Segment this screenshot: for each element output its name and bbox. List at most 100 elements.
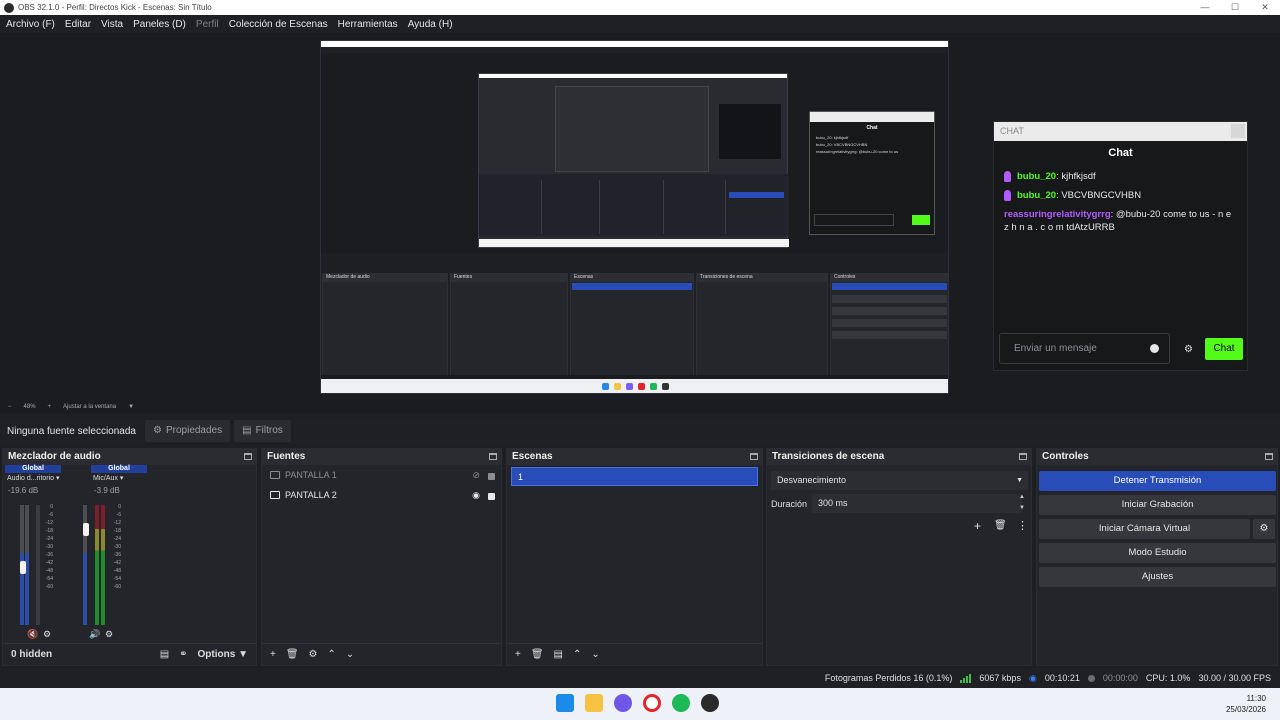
emoji-icon[interactable] [1150, 344, 1159, 353]
menu-coleccion[interactable]: Colección de Escenas [229, 19, 328, 30]
more-options-icon[interactable]: ⋮ [1017, 519, 1028, 532]
zoom-in-icon[interactable]: + [48, 404, 52, 410]
audio-settings-icon[interactable]: ⚙ [43, 629, 51, 640]
filter-icon[interactable]: ▤ [554, 649, 563, 660]
sources-footer: + 🗑 ⚙ ⌃ ⌄ [262, 643, 501, 665]
chat-dock-header: CHAT [994, 122, 1247, 141]
menu-paneles[interactable]: Paneles (D) [133, 19, 186, 30]
properties-label: Propiedades [165, 425, 223, 436]
stop-streaming-button[interactable]: Detener Transmisión [1039, 471, 1276, 491]
start-recording-button[interactable]: Iniciar Grabación [1039, 495, 1276, 515]
filters-button[interactable]: ▤ Filtros [234, 420, 291, 442]
chat-dock-close-icon[interactable] [1231, 124, 1245, 138]
minimize-icon[interactable]: — [1190, 0, 1220, 15]
audio-settings-icon[interactable]: ⚙ [105, 629, 113, 640]
add-icon[interactable]: + [974, 519, 981, 533]
undock-icon[interactable] [244, 453, 252, 460]
menu-ayuda[interactable]: Ayuda (H) [408, 19, 453, 30]
studio-mode-button[interactable]: Modo Estudio [1039, 543, 1276, 563]
system-clock[interactable]: 11:30 25/03/2026 [1226, 693, 1266, 715]
chat-username[interactable]: bubu_20 [1017, 171, 1056, 182]
trash-icon[interactable]: 🗑 [531, 649, 544, 660]
user-badge-icon [1004, 190, 1011, 201]
dropped-frames: Fotogramas Perdidos 16 (0.1%) [824, 673, 953, 683]
duration-input[interactable]: 300 ms [812, 494, 1022, 513]
preview-chat-capture: Chat bubu_20: kjhfkjsdf bubu_20: VBCVBNG… [809, 111, 935, 235]
chat-message-input[interactable]: Enviar un mensaje [999, 333, 1170, 364]
menu-herramientas[interactable]: Herramientas [338, 19, 398, 30]
arrow-up-icon[interactable]: ⌃ [573, 649, 581, 660]
transition-select[interactable]: Desvanecimiento ▼ [771, 471, 1028, 490]
spin-up-icon[interactable]: ▲ [1019, 494, 1025, 500]
trash-icon[interactable]: 🗑 [994, 520, 1007, 531]
close-icon[interactable]: ✕ [1250, 0, 1280, 15]
obs-taskbar-icon[interactable] [701, 694, 719, 712]
chat-username[interactable]: reassuringrelativitygrrg [1004, 209, 1111, 220]
undock-icon[interactable] [750, 453, 758, 460]
program-preview[interactable]: Chat bubu_20: kjhfkjsdf bubu_20: VBCVBNG… [320, 40, 949, 394]
undock-icon[interactable] [489, 453, 497, 460]
windows-taskbar: 11:30 25/03/2026 [0, 688, 1280, 720]
file-explorer-icon[interactable] [585, 694, 603, 712]
link-icon[interactable]: ⚭ [179, 649, 187, 660]
arrow-down-icon[interactable]: ⌄ [346, 649, 354, 660]
no-source-label: Ninguna fuente seleccionada [7, 425, 136, 437]
meter-scale: 0 -6 -12 -18 -24 -30 -36 -42 -48 -54 -60 [45, 504, 53, 590]
filter-icon: ▤ [242, 425, 252, 436]
windows-start-icon[interactable] [556, 694, 574, 712]
audio-mixer-title: Mezclador de audio [8, 451, 101, 462]
chat-send-button[interactable]: Chat [1205, 338, 1243, 360]
start-virtual-camera-button[interactable]: Iniciar Cámara Virtual [1039, 519, 1250, 539]
eye-hidden-icon[interactable]: ⊘ [472, 470, 480, 481]
arrow-up-icon[interactable]: ⌃ [328, 649, 336, 660]
preview-nested-taskbar [321, 379, 948, 393]
spotify-icon[interactable] [672, 694, 690, 712]
streaming-icon: ◉ [1028, 672, 1037, 683]
maximize-icon[interactable]: ☐ [1220, 0, 1250, 15]
preview-area[interactable]: Chat bubu_20: kjhfkjsdf bubu_20: VBCVBNG… [0, 33, 1280, 400]
trash-icon[interactable]: 🗑 [286, 649, 299, 660]
scene-item-selected[interactable]: 1 [511, 467, 758, 486]
chevron-down-icon[interactable]: ▼ [128, 404, 134, 410]
record-time: 00:00:00 [1102, 673, 1138, 683]
volume-meter [101, 505, 105, 625]
source-name: PANTALLA 2 [285, 490, 337, 500]
add-icon[interactable]: + [270, 649, 276, 660]
gear-icon[interactable]: ⚙ [309, 649, 318, 660]
properties-button[interactable]: ⚙ Propiedades [145, 420, 231, 442]
menu-vista[interactable]: Vista [101, 19, 123, 30]
options-dropdown[interactable]: Options ▼ [198, 649, 256, 660]
audio-mixer-header: Mezclador de audio [3, 449, 256, 465]
window-controls: — ☐ ✕ [1190, 0, 1280, 15]
audio-mixer-footer: 0 hidden ▤ ⚭ Options ▼ [3, 643, 256, 665]
chat-username[interactable]: bubu_20 [1017, 190, 1056, 201]
lock-icon[interactable] [488, 493, 495, 500]
spin-down-icon[interactable]: ▼ [1019, 505, 1025, 511]
chat-settings-gear-icon[interactable]: ⚙ [1184, 344, 1193, 355]
virtual-camera-gear-icon[interactable]: ⚙ [1253, 519, 1275, 539]
layout-icon[interactable]: ▤ [160, 649, 169, 660]
settings-button[interactable]: Ajustes [1039, 567, 1276, 587]
zoom-fit-dropdown[interactable]: Ajustar a la ventana [63, 404, 116, 410]
lock-icon[interactable] [488, 473, 495, 480]
muted-speaker-icon[interactable]: 🔇 [27, 629, 38, 640]
channel-name[interactable]: Audio d...ritorio ▾ [5, 473, 61, 484]
discord-icon[interactable] [614, 694, 632, 712]
menu-archivo[interactable]: Archivo (F) [6, 19, 55, 30]
eye-icon[interactable]: ◉ [472, 490, 480, 501]
add-icon[interactable]: + [515, 649, 521, 660]
undock-icon[interactable] [1019, 453, 1027, 460]
source-item[interactable]: PANTALLA 2 ◉ [262, 485, 501, 505]
undock-icon[interactable] [1265, 453, 1273, 460]
opera-icon[interactable] [643, 694, 661, 712]
volume-slider-handle[interactable] [20, 561, 26, 574]
zoom-out-icon[interactable]: − [8, 404, 12, 410]
volume-slider-handle[interactable] [83, 523, 89, 536]
menu-perfil[interactable]: Perfil [196, 19, 219, 30]
speaker-icon[interactable]: 🔊 [89, 629, 100, 640]
menu-editar[interactable]: Editar [65, 19, 91, 30]
channel-name[interactable]: Mic/Aux ▾ [91, 473, 147, 484]
source-item[interactable]: PANTALLA 1 ⊘ [262, 465, 501, 485]
recording-icon [1087, 674, 1095, 682]
arrow-down-icon[interactable]: ⌄ [591, 649, 599, 660]
